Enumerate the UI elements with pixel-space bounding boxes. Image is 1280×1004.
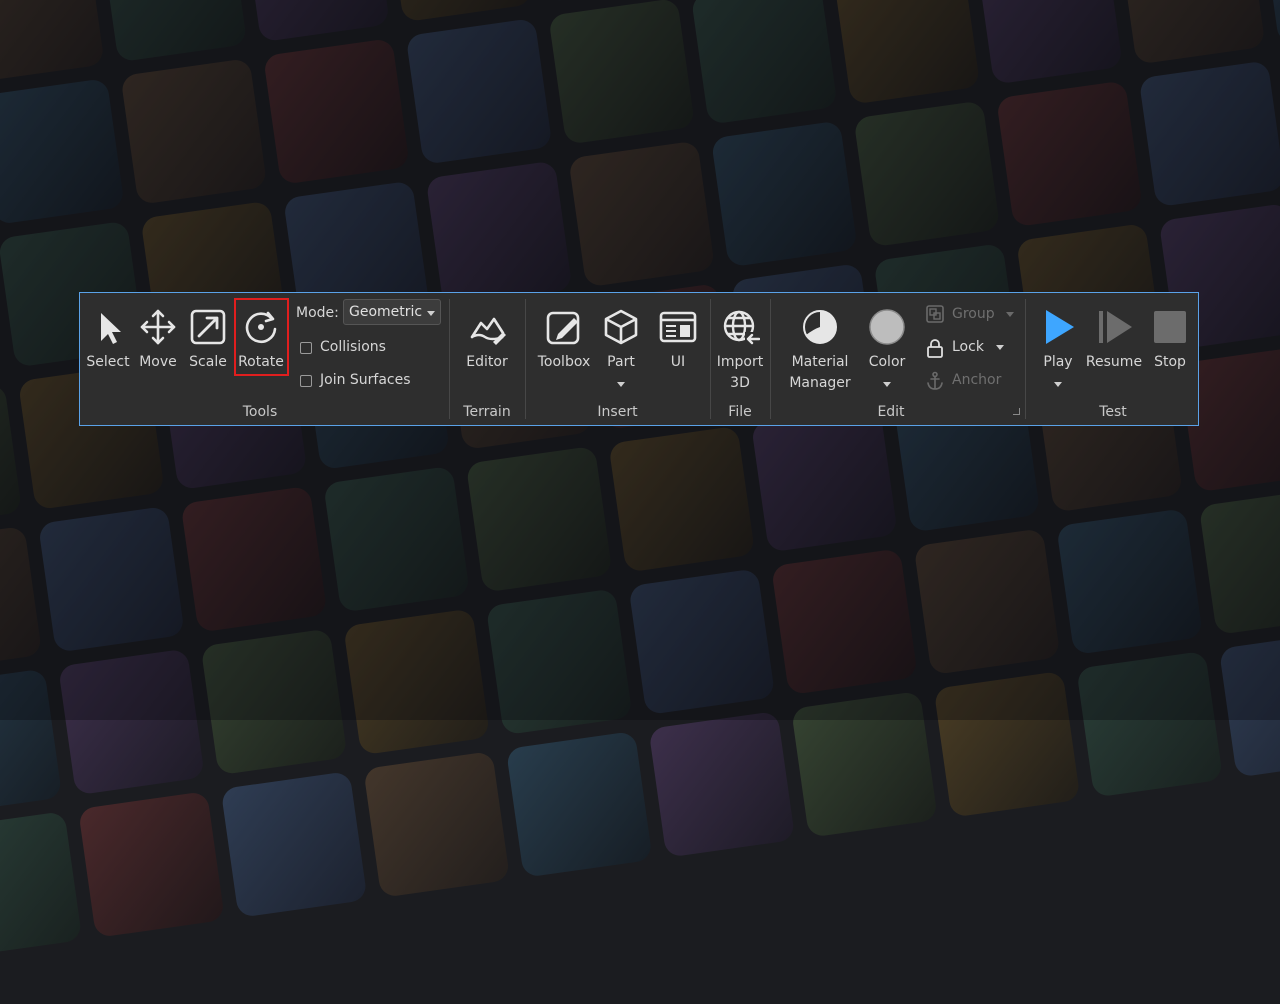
resume-icon xyxy=(1099,311,1132,343)
lock-icon xyxy=(927,339,943,358)
file-group-label: File xyxy=(728,404,752,420)
chevron-down-icon xyxy=(883,382,891,387)
chevron-down-icon xyxy=(1006,312,1014,317)
tools-group-label: Tools xyxy=(242,404,278,420)
toolbox-icon xyxy=(546,311,580,345)
terrain-editor-button[interactable]: Editor xyxy=(463,293,511,373)
mode-label: Mode: xyxy=(296,305,339,321)
join-surfaces-checkbox[interactable] xyxy=(300,375,312,387)
expand-corner-icon[interactable] xyxy=(1013,408,1020,415)
ui-button[interactable]: UI xyxy=(654,293,702,373)
collisions-checkbox[interactable] xyxy=(300,342,312,354)
chevron-down-icon xyxy=(1054,382,1062,387)
material-sphere-icon xyxy=(803,310,837,344)
chevron-down-icon xyxy=(427,311,435,316)
terrain-group-label: Terrain xyxy=(463,404,511,420)
separator xyxy=(770,299,771,419)
chevron-down-icon xyxy=(617,382,625,387)
play-button[interactable]: Play xyxy=(1034,293,1082,387)
terrain-editor-label: Editor xyxy=(466,354,508,370)
rotate-highlight-box xyxy=(234,298,289,376)
separator xyxy=(525,299,526,419)
insert-group-label: Insert xyxy=(597,404,638,420)
stop-button[interactable]: Stop xyxy=(1146,293,1194,373)
stop-label: Stop xyxy=(1154,354,1186,370)
join-surfaces-label: Join Surfaces xyxy=(320,372,411,388)
part-cube-icon xyxy=(604,309,638,345)
scale-icon xyxy=(190,309,226,345)
group-label[interactable]: Group xyxy=(952,306,995,322)
color-label: Color xyxy=(868,354,906,370)
import-3d-label-line1: Import xyxy=(716,354,764,370)
lock-label[interactable]: Lock xyxy=(952,339,984,355)
color-button[interactable]: Color xyxy=(863,293,911,387)
resume-button[interactable]: Resume xyxy=(1086,293,1142,373)
stop-icon xyxy=(1154,311,1186,343)
import-3d-button[interactable]: Import 3D xyxy=(716,293,764,391)
import-globe-icon xyxy=(723,310,760,346)
mode-dropdown-value: Geometric xyxy=(349,304,423,320)
material-manager-label-line2: Manager xyxy=(789,375,851,391)
separator xyxy=(449,299,450,419)
test-group-label: Test xyxy=(1099,404,1127,420)
mode-dropdown[interactable]: Geometric xyxy=(343,299,441,325)
edit-group-label: Edit xyxy=(877,404,905,420)
color-swatch-icon xyxy=(869,309,905,345)
import-3d-label-line2: 3D xyxy=(730,375,750,391)
ui-window-icon xyxy=(659,311,697,343)
studio-ribbon-toolbar: Select Move Scale Rotate Mode: Geometric xyxy=(79,292,1199,426)
chevron-down-icon xyxy=(996,345,1004,350)
terrain-editor-icon xyxy=(470,317,506,345)
play-icon xyxy=(1046,310,1074,344)
select-cursor-icon xyxy=(101,313,121,344)
move-arrows-icon xyxy=(140,309,176,345)
toolbox-button[interactable]: Toolbox xyxy=(538,293,590,373)
group-icon xyxy=(926,305,944,323)
material-manager-button[interactable]: Material Manager xyxy=(789,293,851,391)
part-button[interactable]: Part xyxy=(597,293,645,387)
anchor-icon xyxy=(927,371,943,390)
anchor-label[interactable]: Anchor xyxy=(952,372,1001,388)
collisions-label: Collisions xyxy=(320,339,386,355)
